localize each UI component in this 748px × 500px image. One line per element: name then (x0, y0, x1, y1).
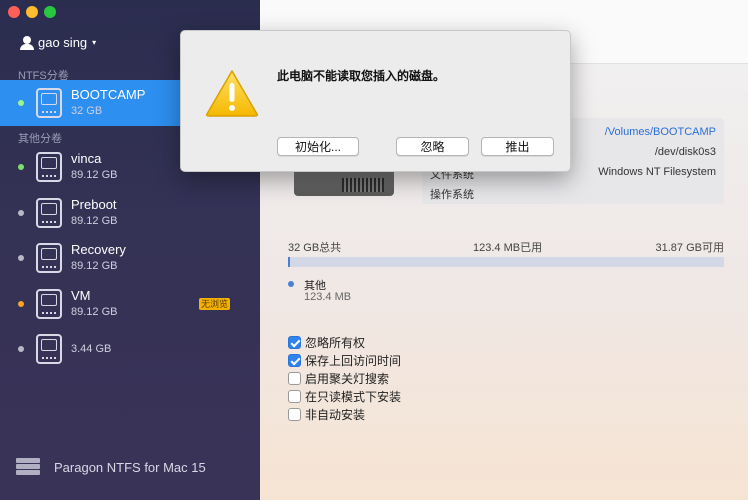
drive-icon (36, 152, 62, 182)
filesystem-value: Windows NT Filesystem (598, 166, 716, 178)
sidebar-item-vm[interactable]: VM 89.12 GB 无浏览 (0, 281, 260, 327)
os-label: 操作系统 (430, 189, 474, 201)
volume-size: 89.12 GB (71, 260, 118, 272)
status-badge: 无浏览 (199, 298, 231, 310)
legend-dot (288, 281, 294, 287)
drive-icon (36, 88, 62, 118)
option-label: 在只读模式下安装 (305, 389, 402, 404)
status-dot (18, 100, 24, 106)
volume-name: Preboot (71, 197, 117, 212)
option-label: 忽略所有权 (305, 335, 366, 350)
usage-bar-fill (288, 257, 290, 267)
sidebar-item-preboot[interactable]: Preboot 89.12 GB (0, 190, 260, 236)
option-ignore-ownership[interactable]: 忽略所有权 (288, 333, 401, 351)
total-capacity: 32 GB总共 (288, 242, 342, 254)
option-save-access-time[interactable]: 保存上回访问时间 (288, 351, 401, 369)
status-dot (18, 164, 24, 170)
checkbox[interactable] (288, 335, 301, 349)
status-dot (18, 346, 24, 352)
app-name: Paragon NTFS for Mac 15 (54, 459, 206, 475)
user-icon (20, 35, 34, 50)
checkbox[interactable] (288, 389, 301, 403)
drive-icon (36, 334, 62, 364)
drive-icon (36, 198, 62, 228)
dialog-message: 此电脑不能读取您插入的磁盘。 (277, 69, 446, 83)
option-no-automount[interactable]: 非自动安装 (288, 405, 401, 423)
eject-button[interactable]: 推出 (481, 137, 554, 156)
alert-dialog: 此电脑不能读取您插入的磁盘。 初始化... 忽略 推出 (180, 30, 571, 172)
checkbox[interactable] (288, 353, 301, 367)
volume-name: vinca (71, 151, 102, 166)
warning-icon (206, 70, 258, 117)
option-label: 启用聚关灯搜索 (305, 371, 390, 386)
checkbox[interactable] (288, 371, 301, 385)
ignore-button[interactable]: 忽略 (396, 137, 469, 156)
checkbox[interactable] (288, 407, 301, 421)
zoom-window-button[interactable] (44, 6, 56, 18)
volume-size: 32 GB (71, 105, 103, 117)
paragon-logo-icon (16, 458, 40, 476)
app-footer: Paragon NTFS for Mac 15 (16, 458, 206, 476)
user-menu[interactable]: gao sing ▾ (20, 35, 96, 50)
drive-icon (36, 289, 62, 319)
initialize-button[interactable]: 初始化... (277, 137, 359, 156)
usage-bar (288, 257, 724, 267)
close-window-button[interactable] (8, 6, 20, 18)
volume-size: 89.12 GB (71, 169, 118, 181)
drive-icon (36, 243, 62, 273)
free-capacity: 31.87 GB可用 (655, 242, 724, 254)
mount-path-link[interactable]: /Volumes/BOOTCAMP (605, 126, 716, 138)
window-controls (8, 6, 56, 18)
option-read-only-mount[interactable]: 在只读模式下安装 (288, 387, 401, 405)
volume-name: VM (71, 288, 91, 303)
legend-size: 123.4 MB (304, 291, 352, 303)
device-path: /dev/disk0s3 (654, 146, 716, 158)
status-dot (18, 301, 24, 307)
volume-name: BOOTCAMP (71, 87, 146, 102)
status-dot (18, 210, 24, 216)
sidebar-item-recovery[interactable]: Recovery 89.12 GB (0, 235, 260, 281)
status-dot (18, 255, 24, 261)
volume-size: 89.12 GB (71, 215, 118, 227)
sidebar-item-unnamed[interactable]: 3.44 GB (0, 326, 260, 372)
option-label: 保存上回访问时间 (305, 353, 402, 368)
volume-size: 3.44 GB (71, 343, 112, 355)
chevron-down-icon: ▾ (92, 38, 97, 47)
volume-name: Recovery (71, 242, 126, 257)
mount-options: 忽略所有权 保存上回访问时间 启用聚关灯搜索 在只读模式下安装 非自动安装 (288, 333, 401, 423)
option-label: 非自动安装 (305, 407, 366, 422)
minimize-window-button[interactable] (26, 6, 38, 18)
volume-size: 89.12 GB (71, 306, 118, 318)
option-enable-spotlight[interactable]: 启用聚关灯搜索 (288, 369, 401, 387)
user-name: gao sing (38, 35, 88, 50)
used-capacity: 123.4 MB已用 (473, 242, 543, 254)
